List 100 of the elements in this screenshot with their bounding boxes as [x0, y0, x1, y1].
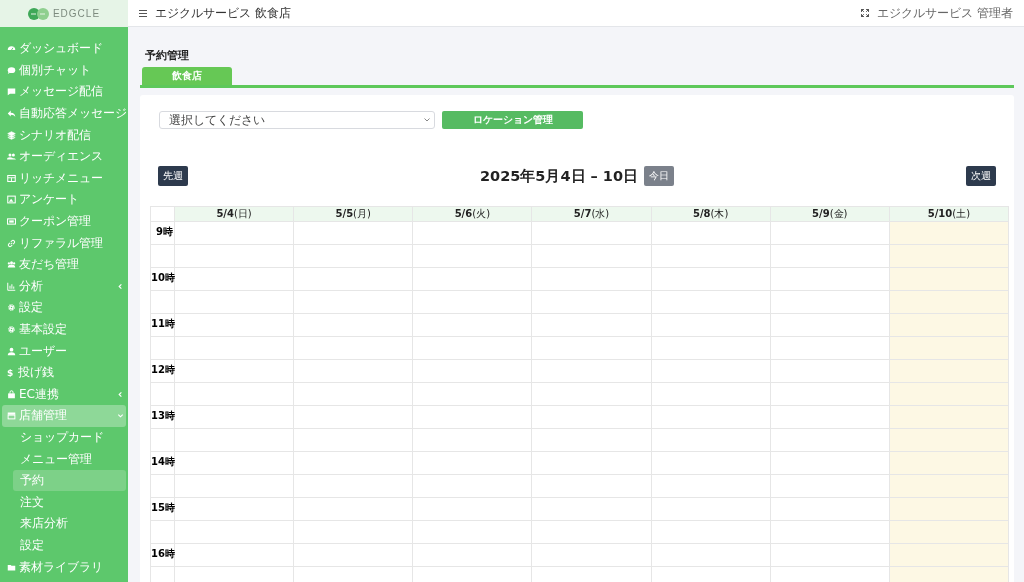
time-slot[interactable]	[293, 336, 413, 360]
time-slot[interactable]	[531, 290, 652, 314]
sidebar-item[interactable]: 設定	[2, 297, 126, 319]
time-slot[interactable]	[531, 520, 652, 544]
time-slot[interactable]	[412, 267, 532, 291]
time-slot[interactable]	[889, 520, 1009, 544]
time-slot[interactable]	[889, 267, 1009, 291]
sidebar-item[interactable]: 個別チャット	[2, 59, 126, 82]
sidebar-item[interactable]: 自動応答メッセージ	[2, 102, 126, 125]
sidebar-item[interactable]: ショップカード	[2, 426, 126, 449]
time-slot[interactable]	[174, 244, 294, 268]
time-slot[interactable]	[889, 497, 1009, 521]
time-slot[interactable]	[174, 474, 294, 498]
time-slot[interactable]	[412, 336, 532, 360]
time-slot[interactable]	[174, 290, 294, 314]
today-button[interactable]: 今日	[644, 166, 675, 186]
location-button[interactable]: ロケーション管理	[442, 111, 583, 129]
time-slot[interactable]	[293, 405, 413, 429]
sidebar-item[interactable]: クーポン管理	[2, 210, 126, 233]
fullscreen-icon[interactable]	[861, 9, 870, 17]
time-slot[interactable]	[651, 267, 771, 291]
tab[interactable]: 飲食店	[142, 67, 232, 85]
time-slot[interactable]	[531, 428, 652, 452]
time-slot[interactable]	[412, 313, 532, 337]
time-slot[interactable]	[770, 359, 890, 383]
time-slot[interactable]	[889, 290, 1009, 314]
sidebar-item[interactable]: 予約	[13, 469, 126, 492]
time-slot[interactable]	[412, 520, 532, 544]
time-slot[interactable]	[770, 405, 890, 429]
sidebar-item[interactable]: 素材ライブラリ	[2, 556, 126, 578]
time-slot[interactable]	[174, 267, 294, 291]
time-slot[interactable]	[293, 451, 413, 475]
time-slot[interactable]	[770, 474, 890, 498]
time-slot[interactable]	[293, 244, 413, 268]
time-slot[interactable]	[531, 543, 652, 567]
time-slot[interactable]	[174, 313, 294, 337]
time-slot[interactable]	[651, 359, 771, 383]
time-slot[interactable]	[889, 543, 1009, 567]
time-slot[interactable]	[889, 221, 1009, 245]
time-slot[interactable]	[770, 244, 890, 268]
time-slot[interactable]	[293, 428, 413, 452]
sidebar-item[interactable]: 基本設定	[2, 318, 126, 341]
time-slot[interactable]	[889, 244, 1009, 268]
time-slot[interactable]	[174, 359, 294, 383]
time-slot[interactable]	[889, 336, 1009, 360]
time-slot[interactable]	[651, 497, 771, 521]
time-slot[interactable]	[293, 359, 413, 383]
sidebar-item[interactable]: ダッシュボード	[2, 38, 126, 60]
time-slot[interactable]	[889, 359, 1009, 383]
time-slot[interactable]	[770, 382, 890, 406]
time-slot[interactable]	[531, 474, 652, 498]
time-slot[interactable]	[412, 359, 532, 383]
time-slot[interactable]	[770, 290, 890, 314]
time-slot[interactable]	[889, 313, 1009, 337]
time-slot[interactable]	[531, 405, 652, 429]
time-slot[interactable]	[293, 474, 413, 498]
time-slot[interactable]	[174, 451, 294, 475]
time-slot[interactable]	[770, 221, 890, 245]
time-slot[interactable]	[293, 290, 413, 314]
time-slot[interactable]	[531, 497, 652, 521]
time-slot[interactable]	[651, 382, 771, 406]
time-slot[interactable]	[293, 382, 413, 406]
time-slot[interactable]	[174, 336, 294, 360]
time-slot[interactable]	[412, 543, 532, 567]
time-slot[interactable]	[651, 244, 771, 268]
time-slot[interactable]	[770, 428, 890, 452]
time-slot[interactable]	[651, 543, 771, 567]
time-slot[interactable]	[412, 451, 532, 475]
time-slot[interactable]	[174, 405, 294, 429]
time-slot[interactable]	[531, 244, 652, 268]
time-slot[interactable]	[293, 543, 413, 567]
time-slot[interactable]	[412, 290, 532, 314]
time-slot[interactable]	[174, 428, 294, 452]
time-slot[interactable]	[651, 405, 771, 429]
sidebar-item[interactable]: ユーザー	[2, 340, 126, 362]
time-slot[interactable]	[770, 267, 890, 291]
user-name[interactable]: エジクルサービス 管理者	[877, 4, 1013, 22]
time-slot[interactable]	[531, 336, 652, 360]
time-slot[interactable]	[651, 336, 771, 360]
time-slot[interactable]	[531, 359, 652, 383]
sidebar-item[interactable]: アンケート	[2, 189, 126, 211]
sidebar-item[interactable]: 来店分析	[2, 513, 126, 535]
time-slot[interactable]	[531, 382, 652, 406]
time-slot[interactable]	[770, 336, 890, 360]
sidebar-item[interactable]: EC連携	[2, 383, 126, 406]
location-select[interactable]: 選択してください	[159, 111, 435, 129]
time-slot[interactable]	[531, 451, 652, 475]
sidebar-item[interactable]: メッセージ配信	[2, 81, 126, 103]
time-slot[interactable]	[770, 520, 890, 544]
time-slot[interactable]	[770, 497, 890, 521]
time-slot[interactable]	[412, 244, 532, 268]
time-slot[interactable]	[293, 520, 413, 544]
time-slot[interactable]	[531, 267, 652, 291]
time-slot[interactable]	[889, 382, 1009, 406]
time-slot[interactable]	[412, 474, 532, 498]
time-slot[interactable]	[293, 497, 413, 521]
time-slot[interactable]	[651, 451, 771, 475]
time-slot[interactable]	[174, 221, 294, 245]
sidebar-item[interactable]: 注文	[2, 491, 126, 514]
time-slot[interactable]	[770, 313, 890, 337]
